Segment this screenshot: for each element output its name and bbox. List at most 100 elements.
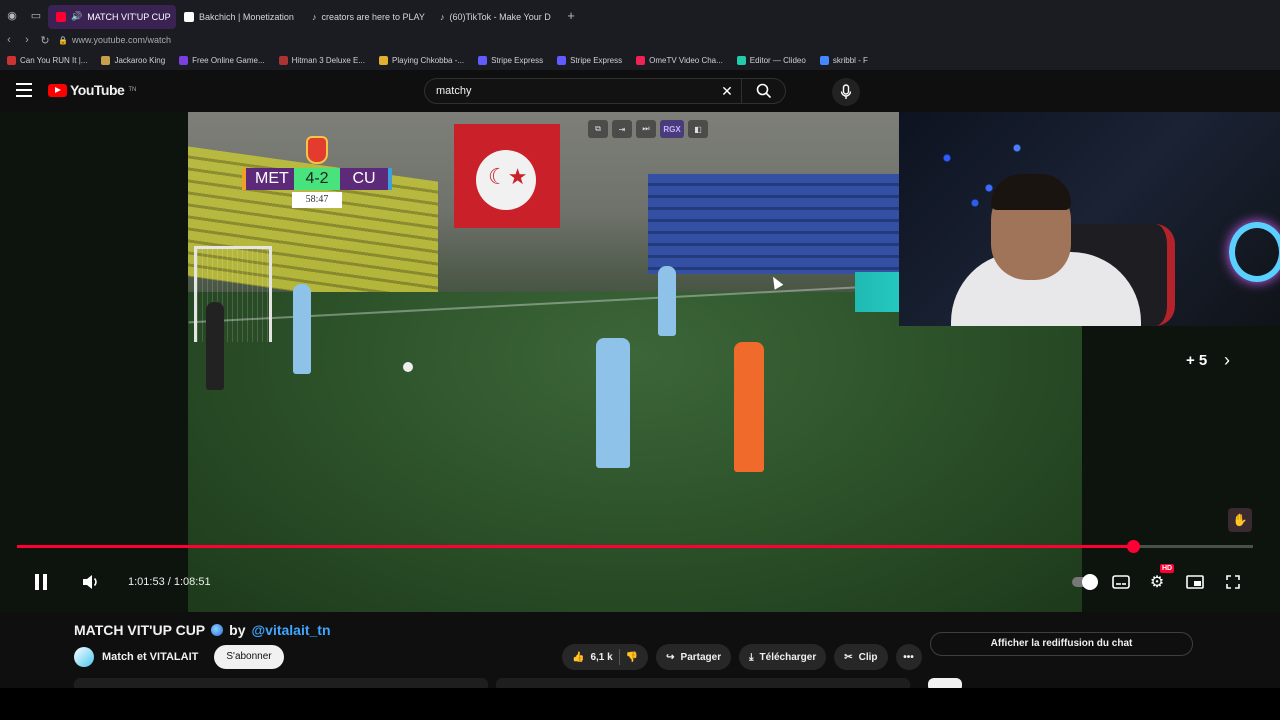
pip-icon[interactable]: ⧉ [588, 120, 608, 138]
autoplay-toggle[interactable] [1072, 570, 1098, 594]
download-label: Télécharger [759, 651, 817, 663]
bookmark-favicon-icon [478, 55, 488, 65]
url-field[interactable]: www.youtube.com/watch [72, 35, 171, 45]
avatar[interactable] [74, 647, 94, 667]
thumbs-down-icon[interactable]: 👎 [626, 652, 638, 663]
download-button[interactable]: ⤓ Télécharger [739, 644, 827, 670]
bookmark-label: Free Online Game... [192, 55, 265, 65]
tab-manager-icon[interactable]: ▭ [24, 0, 48, 30]
taskbar [0, 688, 1280, 720]
bookmark-item[interactable]: Jackaroo King [94, 55, 172, 65]
subscribe-button[interactable]: S'abonner [214, 645, 284, 669]
bookmark-item[interactable]: Editor — Clideo [730, 55, 813, 65]
clip-button[interactable]: ✂ Clip [834, 644, 888, 670]
voice-search-button[interactable] [832, 78, 860, 106]
tab-tiktok[interactable]: ♪ (60)TikTok - Make Your D [432, 5, 560, 29]
bookmark-item[interactable]: Stripe Express [471, 55, 550, 65]
share-button[interactable]: ↪ Partager [656, 644, 732, 670]
bookmark-item[interactable]: Playing Chkobba -... [372, 55, 471, 65]
bookmark-item[interactable]: Hitman 3 Deluxe E... [272, 55, 372, 65]
bookmark-favicon-icon [179, 55, 189, 65]
settings-gear-icon[interactable]: ⚙ [1146, 570, 1168, 594]
rgx-button[interactable]: RGX [660, 120, 684, 138]
bookmark-item[interactable]: skribbl - F [813, 55, 875, 65]
miniplayer-icon[interactable] [1184, 570, 1206, 594]
title-text: MATCH VIT'UP CUP [74, 622, 206, 638]
bookmark-label: Stripe Express [491, 55, 544, 65]
player-figure [293, 284, 311, 374]
player-figure [658, 266, 676, 336]
tab-match-vitup[interactable]: 🔊 MATCH VIT'UP CUP [48, 4, 176, 29]
volume-icon[interactable] [80, 570, 102, 594]
tab-label: Bakchich | Monetization [199, 11, 294, 22]
thumbs-up-icon[interactable]: 👍 [572, 652, 584, 663]
bookmark-label: Jackaroo King [114, 55, 166, 65]
progress-bar[interactable] [17, 540, 1253, 553]
pause-icon[interactable] [32, 570, 50, 594]
more-actions-button[interactable]: ••• [895, 644, 922, 670]
bookmark-label: Can You RUN It |... [20, 55, 88, 65]
more-count[interactable]: + 5 [1186, 352, 1207, 369]
download-icon: ⤓ [749, 651, 754, 663]
scissors-icon: ✂ [844, 651, 853, 663]
bookmark-item[interactable]: OmeTV Video Cha... [629, 55, 730, 65]
address-bar: ‹ › ↻ 🔒 www.youtube.com/watch [0, 30, 1280, 50]
new-tab-button[interactable]: + [560, 8, 582, 23]
bookmark-label: Hitman 3 Deluxe E... [291, 55, 366, 65]
home-team: MET [242, 168, 294, 190]
logo-text: YouTube [70, 82, 125, 98]
youtube-play-icon [48, 83, 67, 97]
bookmark-label: Playing Chkobba -... [392, 55, 465, 65]
bookmark-label: OmeTV Video Cha... [649, 55, 723, 65]
player-orange-figure [734, 342, 764, 472]
lock-icon[interactable]: 🔒 [54, 36, 72, 45]
bookmark-favicon-icon [557, 55, 567, 65]
clear-search-icon[interactable]: ✕ [713, 83, 741, 100]
bookmark-item[interactable]: Stripe Express [550, 55, 629, 65]
tab-bakchich[interactable]: Bakchich | Monetization [176, 5, 304, 29]
channel-handle-link[interactable]: @vitalait_tn [252, 622, 331, 638]
time-display: 1:01:53 / 1:08:51 [128, 576, 211, 588]
youtube-logo[interactable]: YouTube TN [48, 82, 136, 98]
score: 4-2 [294, 168, 340, 190]
split-icon[interactable]: ◧ [688, 120, 708, 138]
video-player[interactable]: MET 4-2 CU 58:47 ⧉ ⇥ ⏭ RGX ◧ + 5 › ✋ [0, 112, 1280, 612]
search-button[interactable] [741, 78, 785, 104]
screen: ◉ ▭ 🔊 MATCH VIT'UP CUP Bakchich | Moneti… [0, 0, 1280, 720]
bookmark-item[interactable]: Free Online Game... [172, 55, 271, 65]
action-buttons: 👍 6,1 k 👎 ↪ Partager ⤓ Télécharger ✂ Cli… [562, 644, 922, 670]
bookmark-favicon-icon [819, 55, 829, 65]
clip-label: Clip [858, 651, 878, 663]
progress-scrubber[interactable] [1127, 540, 1141, 553]
bookmark-label: Stripe Express [570, 55, 623, 65]
fullscreen-icon[interactable] [1222, 570, 1244, 594]
browser-menu-icon[interactable]: ◉ [0, 0, 24, 30]
reload-icon[interactable]: ↻ [36, 34, 54, 47]
captions-icon[interactable] [1110, 570, 1132, 594]
streamer-hair [991, 174, 1071, 210]
bookmark-item[interactable]: Can You RUN It |... [0, 55, 94, 65]
tab-label: MATCH VIT'UP CUP [87, 11, 171, 22]
player-controls: 1:01:53 / 1:08:51 ⚙ [0, 564, 1280, 600]
like-count[interactable]: 6,1 k [590, 652, 612, 663]
bookmark-favicon-icon [636, 55, 646, 65]
skip-icon[interactable]: ⏭ [636, 120, 656, 138]
tab-creators[interactable]: ♪ creators are here to PLAY [304, 5, 432, 29]
show-chat-replay-button[interactable]: Afficher la rediffusion du chat [930, 632, 1193, 656]
bakchich-favicon-icon [184, 11, 194, 22]
forward-icon[interactable]: › [18, 34, 36, 46]
globe-icon [211, 624, 224, 636]
youtube-header: YouTube TN ✕ [0, 70, 1280, 112]
channel-name[interactable]: Match et VITALAIT [102, 651, 198, 663]
back-icon[interactable]: ‹ [0, 34, 18, 46]
tunisia-flag-emblem [476, 150, 536, 210]
bookmark-label: skribbl - F [832, 55, 868, 65]
exit-icon[interactable]: ⇥ [612, 120, 632, 138]
hamburger-menu-icon[interactable] [16, 83, 32, 97]
chevron-right-icon[interactable]: › [1224, 350, 1230, 371]
bookmark-favicon-icon [101, 55, 111, 65]
player-14-figure [596, 338, 630, 468]
handshake-icon[interactable]: ✋ [1228, 508, 1252, 532]
search-input[interactable] [425, 85, 713, 97]
bookmark-label: Editor — Clideo [749, 55, 806, 65]
